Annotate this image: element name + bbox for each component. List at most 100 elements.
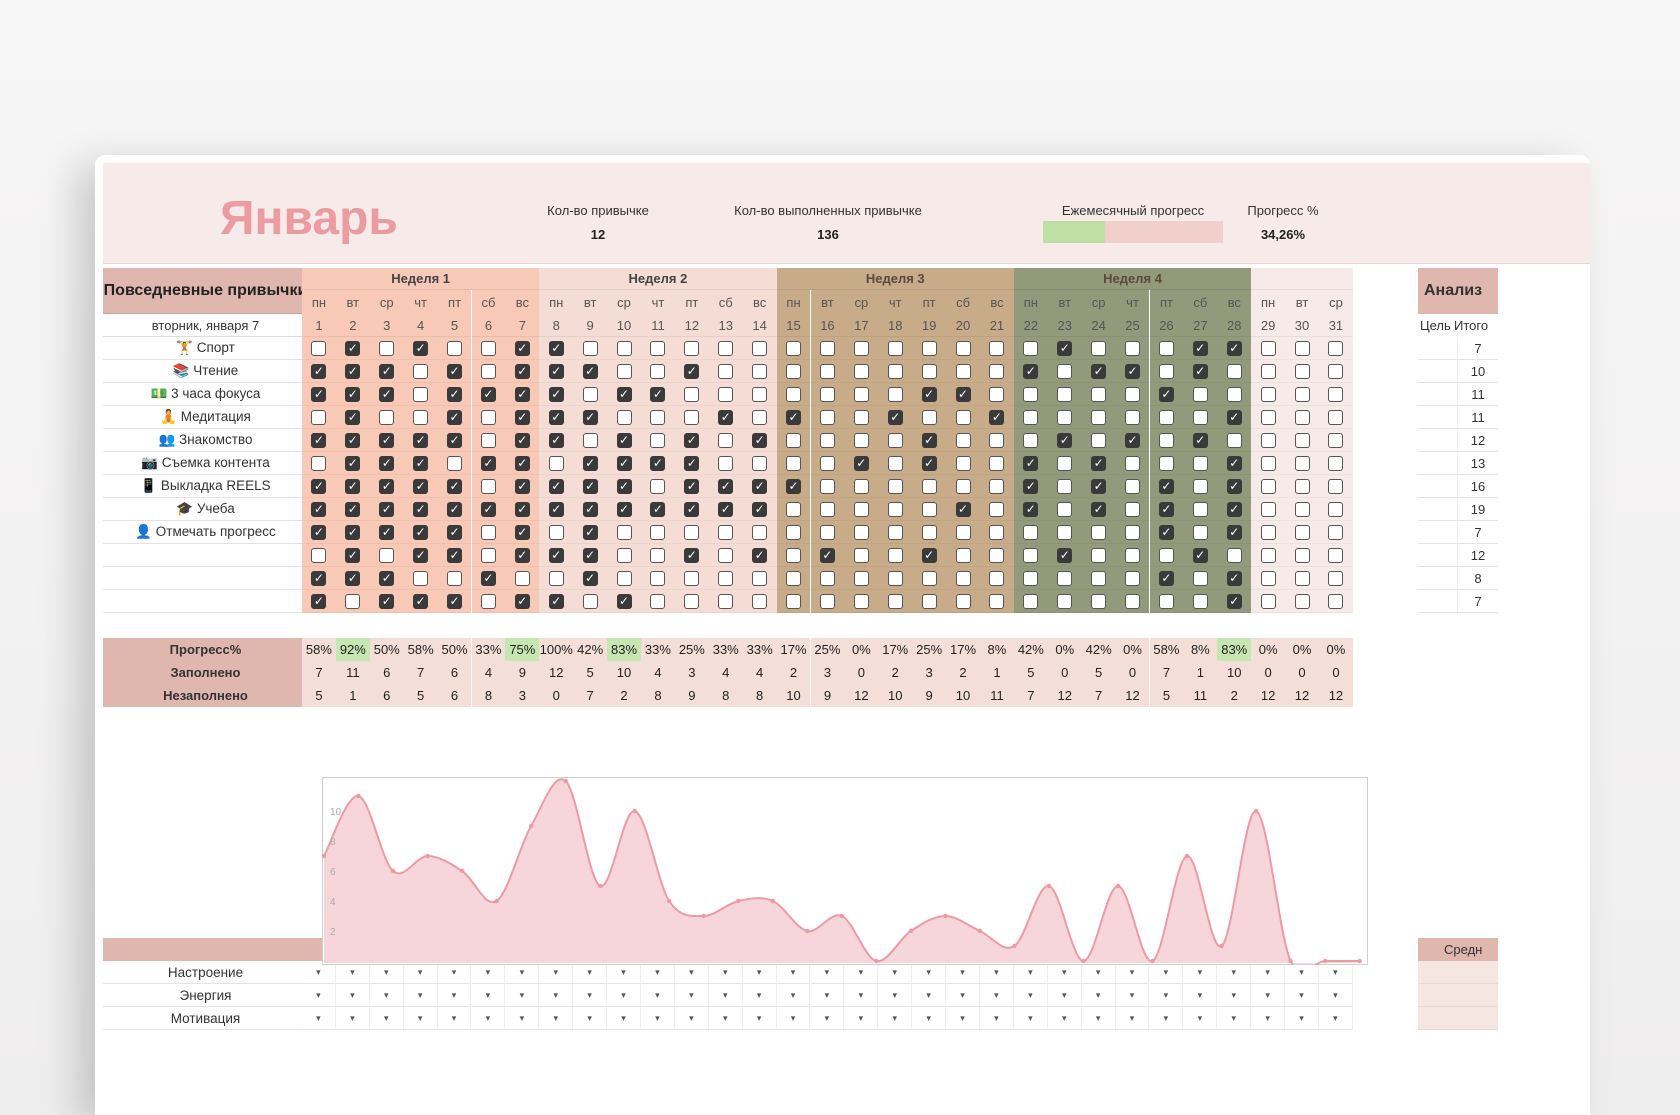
habit-cell[interactable]: ✓: [674, 360, 709, 383]
checkbox-checked[interactable]: ✓: [1158, 501, 1174, 517]
habit-cell[interactable]: [607, 567, 641, 590]
checkbox[interactable]: [921, 593, 937, 609]
habit-cell[interactable]: ✓: [302, 590, 336, 613]
habit-cell[interactable]: [912, 521, 947, 544]
reflection-dropdown[interactable]: ▾: [573, 984, 608, 1007]
checkbox[interactable]: [1260, 340, 1276, 356]
checkbox[interactable]: [718, 524, 734, 540]
checkbox[interactable]: [887, 524, 903, 540]
checkbox-checked[interactable]: ✓: [514, 455, 530, 471]
habit-cell[interactable]: [708, 360, 743, 383]
habit-cell[interactable]: ✓: [437, 360, 472, 383]
habit-cell[interactable]: [1081, 429, 1116, 452]
habit-cell[interactable]: [946, 590, 980, 613]
habit-cell[interactable]: [878, 452, 913, 475]
checkbox-checked[interactable]: ✓: [413, 478, 429, 494]
checkbox[interactable]: [1226, 386, 1242, 402]
checkbox-checked[interactable]: ✓: [345, 524, 361, 540]
checkbox[interactable]: [413, 386, 429, 402]
checkbox[interactable]: [955, 593, 971, 609]
checkbox[interactable]: [786, 363, 802, 379]
checkbox[interactable]: [1091, 340, 1107, 356]
checkbox[interactable]: [548, 455, 564, 471]
habit-cell[interactable]: ✓: [539, 383, 574, 406]
checkbox[interactable]: [650, 363, 666, 379]
habit-cell[interactable]: [1285, 475, 1319, 498]
checkbox[interactable]: [853, 340, 869, 356]
checkbox[interactable]: [1091, 432, 1107, 448]
checkbox[interactable]: [684, 340, 700, 356]
habit-cell[interactable]: ✓: [403, 521, 438, 544]
checkbox[interactable]: [887, 340, 903, 356]
habit-cell[interactable]: [1047, 406, 1082, 429]
checkbox[interactable]: [379, 340, 395, 356]
habit-cell[interactable]: ✓: [403, 498, 438, 521]
checkbox-checked[interactable]: ✓: [514, 478, 530, 494]
habit-cell[interactable]: [1251, 590, 1286, 613]
habit-cell[interactable]: ✓: [335, 429, 370, 452]
habit-cell[interactable]: [878, 360, 913, 383]
analysis-goal-cell[interactable]: [1418, 360, 1458, 383]
habit-cell[interactable]: [1013, 337, 1048, 360]
habit-cell[interactable]: ✓: [1183, 544, 1218, 567]
habit-cell[interactable]: ✓: [742, 429, 777, 452]
habit-cell[interactable]: [708, 590, 743, 613]
checkbox[interactable]: [1057, 570, 1073, 586]
checkbox-checked[interactable]: ✓: [921, 547, 937, 563]
reflection-dropdown[interactable]: ▾: [505, 984, 540, 1007]
checkbox-checked[interactable]: ✓: [345, 501, 361, 517]
analysis-goal-cell[interactable]: [1418, 406, 1458, 429]
habit-cell[interactable]: [1115, 383, 1150, 406]
checkbox-checked[interactable]: ✓: [514, 547, 530, 563]
habit-cell[interactable]: [471, 475, 506, 498]
checkbox-checked[interactable]: ✓: [752, 501, 768, 517]
checkbox[interactable]: [921, 570, 937, 586]
checkbox[interactable]: [413, 363, 429, 379]
reflection-dropdown[interactable]: ▾: [607, 1007, 641, 1030]
checkbox-checked[interactable]: ✓: [1158, 570, 1174, 586]
analysis-goal-cell[interactable]: [1418, 544, 1458, 567]
checkbox[interactable]: [955, 547, 971, 563]
habit-cell[interactable]: [1047, 360, 1082, 383]
checkbox[interactable]: [514, 570, 530, 586]
checkbox-checked[interactable]: ✓: [379, 593, 395, 609]
checkbox-checked[interactable]: ✓: [548, 501, 564, 517]
habit-cell[interactable]: ✓: [505, 590, 540, 613]
habit-cell[interactable]: [1013, 383, 1048, 406]
habit-cell[interactable]: [437, 567, 472, 590]
checkbox[interactable]: [480, 524, 496, 540]
habit-cell[interactable]: ✓: [1217, 521, 1252, 544]
habit-cell[interactable]: [1115, 590, 1150, 613]
checkbox[interactable]: [1091, 524, 1107, 540]
checkbox-checked[interactable]: ✓: [616, 593, 632, 609]
checkbox-checked[interactable]: ✓: [514, 409, 530, 425]
checkbox[interactable]: [684, 409, 700, 425]
habit-cell[interactable]: ✓: [1217, 452, 1252, 475]
checkbox[interactable]: [853, 432, 869, 448]
habit-cell[interactable]: [708, 383, 743, 406]
habit-cell[interactable]: [641, 544, 675, 567]
checkbox[interactable]: [1023, 570, 1039, 586]
habit-cell[interactable]: [912, 475, 947, 498]
habit-cell[interactable]: ✓: [844, 452, 879, 475]
checkbox-checked[interactable]: ✓: [650, 455, 666, 471]
habit-cell[interactable]: ✓: [1149, 567, 1184, 590]
checkbox[interactable]: [1294, 593, 1310, 609]
checkbox[interactable]: [752, 363, 768, 379]
habit-cell[interactable]: ✓: [505, 406, 540, 429]
habit-cell[interactable]: [844, 429, 879, 452]
checkbox-checked[interactable]: ✓: [514, 340, 530, 356]
habit-cell[interactable]: [776, 544, 811, 567]
checkbox-checked[interactable]: ✓: [616, 386, 632, 402]
habit-cell[interactable]: [641, 360, 675, 383]
reflection-dropdown[interactable]: ▾: [1251, 984, 1286, 1007]
habit-cell[interactable]: ✓: [708, 406, 743, 429]
habit-cell[interactable]: [742, 337, 777, 360]
habit-cell[interactable]: ✓: [674, 452, 709, 475]
checkbox[interactable]: [853, 593, 869, 609]
analysis-goal-cell[interactable]: [1418, 383, 1458, 406]
habit-cell[interactable]: ✓: [505, 475, 540, 498]
habit-cell[interactable]: [674, 567, 709, 590]
checkbox[interactable]: [853, 501, 869, 517]
habit-cell[interactable]: ✓: [1217, 406, 1252, 429]
